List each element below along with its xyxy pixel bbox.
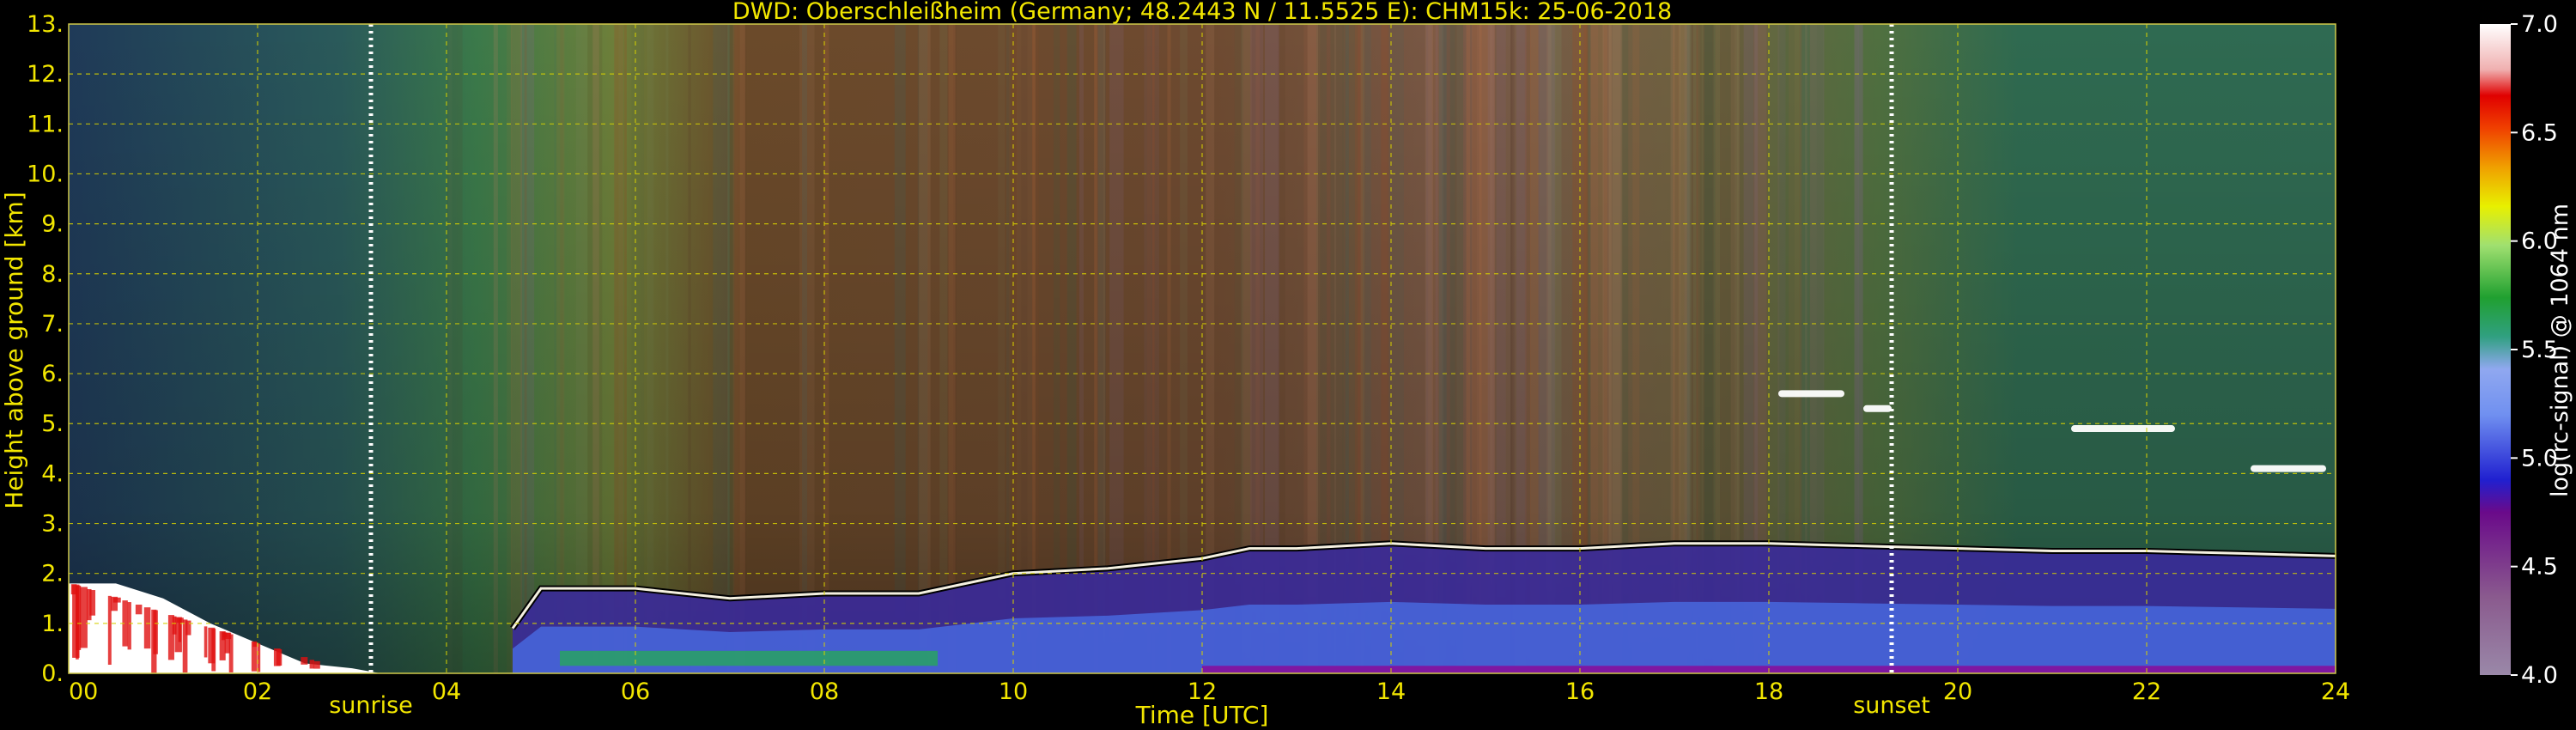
x-tick-label: 22: [2132, 678, 2161, 705]
colorbar-tick-label: 7.0: [2521, 11, 2558, 38]
elevated-cloud: [1778, 390, 1844, 398]
y-tick-label: 12.: [27, 61, 64, 88]
x-tick-label: 04: [432, 678, 461, 705]
x-tick-label: 18: [1754, 678, 1783, 705]
night-cloud-streak: [135, 605, 143, 615]
x-tick-label: 08: [810, 678, 839, 705]
colorbar-tick-label: 4.0: [2521, 662, 2558, 689]
elevated-cloud: [2251, 465, 2326, 472]
night-cloud-streak: [127, 602, 131, 650]
colorbar-tick-label: 6.5: [2521, 119, 2558, 146]
y-tick-label: 9.: [41, 211, 64, 238]
colorbar-scale: [2480, 24, 2511, 675]
y-tick-label: 10.: [27, 161, 64, 187]
ceilometer-chart: 00 02 04 06 08 10 12 14 16 18 20 22 24 0.1.2.3.4.5.6…: [0, 0, 2573, 729]
x-tick-label: 24: [2321, 678, 2350, 705]
night-cloud-streak: [223, 632, 232, 640]
colorbar-label: log(rc-signal) @ 1064 nm: [2547, 204, 2573, 497]
green-aerosol-patch: [560, 650, 938, 666]
night-cloud-streak: [110, 596, 118, 611]
night-cloud-streak: [182, 619, 188, 673]
x-tick-label: 02: [243, 678, 272, 705]
night-cloud-streak: [143, 607, 151, 649]
night-cloud-streak: [80, 587, 88, 648]
y-tick-label: 7.: [41, 311, 64, 338]
night-cloud-streak: [72, 584, 80, 658]
sunrise-label: sunrise: [329, 692, 413, 719]
night-cloud-streak: [86, 588, 92, 621]
y-tick-label: 11.: [27, 111, 64, 137]
x-tick-label: 10: [999, 678, 1028, 705]
y-tick-label: 6.: [41, 361, 64, 387]
sunset-label: sunset: [1853, 692, 1930, 719]
night-cloud-streak: [301, 657, 308, 665]
y-tick-label: 3.: [41, 511, 64, 538]
x-tick-label: 00: [69, 678, 98, 705]
night-cloud-streak: [167, 615, 174, 660]
y-tick-label: 5.: [41, 411, 64, 437]
colorbar-tick-label: 4.5: [2521, 554, 2558, 581]
night-cloud-streak: [273, 648, 281, 666]
night-cloud-streak: [309, 660, 314, 669]
y-tick-label: 13.: [27, 11, 64, 38]
chart-title: DWD: Oberschleißheim (Germany; 48.2443 N…: [732, 0, 1672, 25]
night-cloud-streak: [208, 627, 216, 664]
night-cloud-streak: [257, 643, 261, 672]
x-tick-label: 14: [1376, 678, 1406, 705]
elevated-cloud: [1863, 405, 1892, 412]
night-cloud-streak: [204, 626, 208, 658]
y-tick-label: 8.: [41, 261, 64, 288]
x-tick-label: 16: [1565, 678, 1595, 705]
elevated-cloud: [2071, 425, 2175, 433]
y-tick-label: 1.: [41, 611, 64, 637]
y-axis-ticks: 0. 1. 2. 3. 4. 5. 6. 7. 8. 9. 10. 11. 12. 13.: [27, 11, 64, 687]
night-cloud-streak: [313, 660, 320, 669]
y-tick-label: 4.: [41, 460, 64, 487]
night-cloud-streak: [70, 584, 77, 595]
x-tick-label: 20: [1943, 678, 1972, 705]
x-axis-label: Time [UTC]: [1135, 701, 1269, 729]
night-cloud-streak: [151, 609, 157, 673]
x-tick-label: 06: [621, 678, 650, 705]
y-axis-label: Height above ground [km]: [0, 192, 28, 509]
plot-area: [69, 24, 2336, 673]
y-tick-label: 0.: [41, 660, 64, 687]
colorbar: 4.04.55.05.56.06.57.0 log(rc-signal) @ 1…: [2480, 11, 2573, 689]
y-tick-label: 2.: [41, 561, 64, 587]
night-cloud-streak: [174, 617, 182, 653]
night-cloud-streak: [252, 642, 258, 648]
